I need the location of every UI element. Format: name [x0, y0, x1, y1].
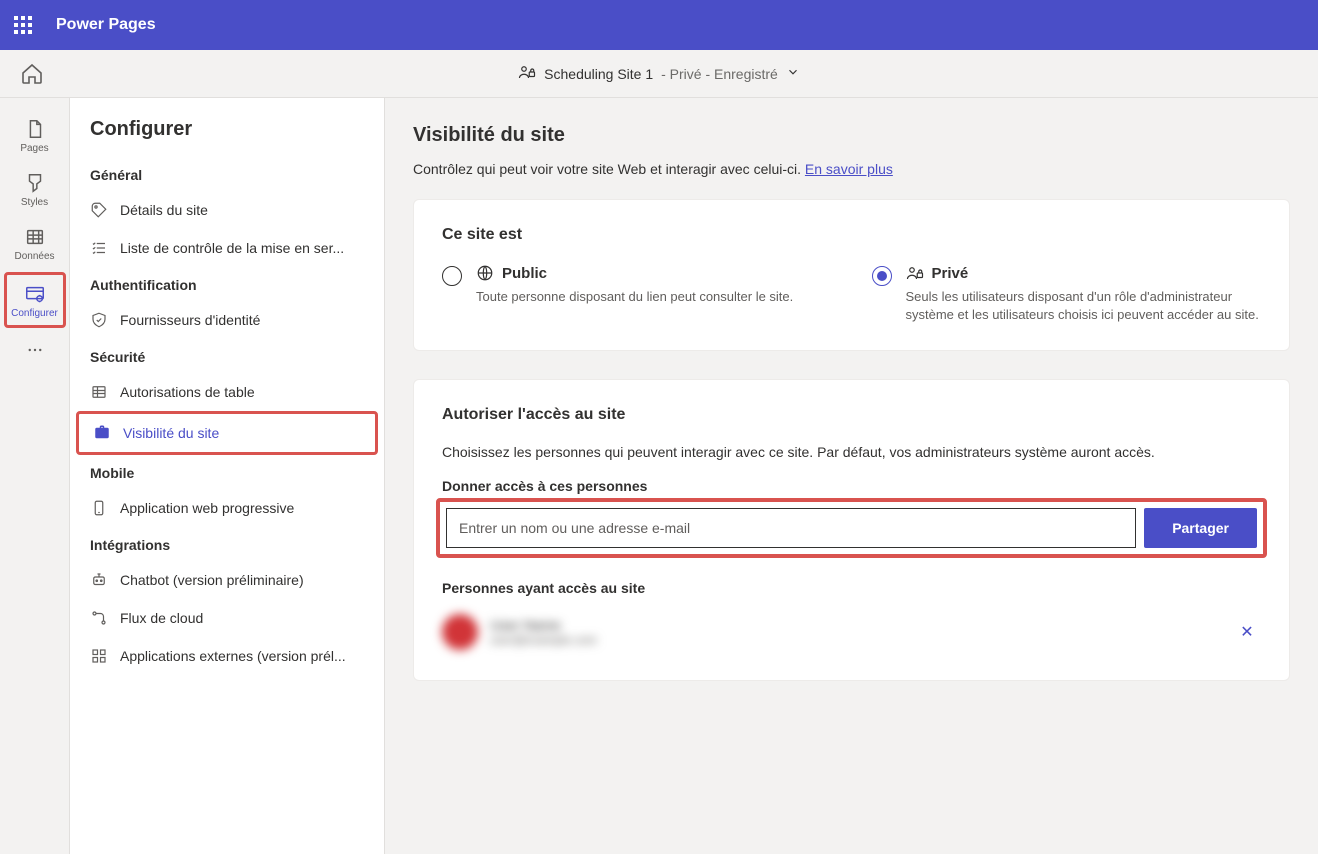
site-name: Scheduling Site 1	[544, 66, 653, 82]
remove-person-button[interactable]: ✕	[1233, 618, 1261, 646]
learn-more-link[interactable]: En savoir plus	[805, 161, 893, 177]
nav-label: Visibilité du site	[123, 425, 219, 441]
people-list-title: Personnes ayant accès au site	[442, 580, 1261, 596]
rail-label-pages: Pages	[20, 143, 48, 154]
person-name: User Name	[490, 617, 597, 633]
share-input[interactable]	[446, 508, 1136, 548]
rail-more-button[interactable]	[19, 338, 51, 362]
page-subtitle: Contrôlez qui peut voir votre site Web e…	[413, 161, 1290, 177]
site-meta: - Privé - Enregistré	[661, 66, 778, 82]
nav-site-details[interactable]: Détails du site	[70, 191, 384, 229]
checklist-icon	[90, 239, 108, 257]
nav-label: Application web progressive	[120, 500, 294, 516]
radio-button[interactable]	[442, 266, 462, 286]
section-integrations: Intégrations	[70, 527, 384, 561]
rail-label-setup: Configurer	[11, 308, 58, 319]
table-icon	[90, 383, 108, 401]
nav-golive-checklist[interactable]: Liste de contrôle de la mise en ser...	[70, 229, 384, 267]
radio-button[interactable]	[872, 266, 892, 286]
rail-tab-data[interactable]: Données	[4, 218, 66, 268]
private-desc: Seuls les utilisateurs disposant d'un rô…	[906, 288, 1262, 324]
public-label: Public	[502, 265, 547, 282]
nav-label: Liste de contrôle de la mise en ser...	[120, 240, 344, 256]
app-launcher-icon[interactable]	[14, 16, 32, 34]
people-lock-icon	[906, 264, 924, 282]
site-selector[interactable]: Scheduling Site 1 - Privé - Enregistré	[518, 63, 800, 84]
rail-tab-styles[interactable]: Styles	[4, 164, 66, 214]
home-button[interactable]	[20, 62, 44, 86]
rail-tab-setup[interactable]: Configurer	[4, 272, 66, 328]
nav-label: Autorisations de table	[120, 384, 255, 400]
nav-identity-providers[interactable]: Fournisseurs d'identité	[70, 301, 384, 339]
chevron-down-icon	[786, 65, 800, 82]
radio-private[interactable]: Privé Seuls les utilisateurs disposant d…	[872, 264, 1262, 324]
shield-icon	[90, 311, 108, 329]
page-title: Visibilité du site	[413, 124, 1290, 147]
section-security: Sécurité	[70, 339, 384, 373]
radio-public[interactable]: Public Toute personne disposant du lien …	[442, 264, 832, 324]
people-lock-icon	[518, 63, 536, 84]
nav-cloud-flows[interactable]: Flux de cloud	[70, 599, 384, 637]
person-row: User Name user@example.com ✕	[442, 610, 1261, 654]
person-subtitle: user@example.com	[490, 633, 597, 647]
nav-label: Applications externes (version prél...	[120, 648, 346, 664]
public-desc: Toute personne disposant du lien peut co…	[476, 288, 793, 306]
rail-label-data: Données	[14, 251, 54, 262]
nav-external-apps[interactable]: Applications externes (version prél...	[70, 637, 384, 675]
grid-icon	[90, 647, 108, 665]
private-label: Privé	[932, 265, 969, 282]
nav-site-visibility[interactable]: Visibilité du site	[76, 411, 378, 455]
flow-icon	[90, 609, 108, 627]
visibility-card: Ce site est Public Toute personne dispos…	[413, 199, 1290, 351]
access-card: Autoriser l'accès au site Choisissez les…	[413, 379, 1290, 681]
avatar	[442, 614, 478, 650]
share-button[interactable]: Partager	[1144, 508, 1257, 548]
phone-icon	[90, 499, 108, 517]
nav-table-permissions[interactable]: Autorisations de table	[70, 373, 384, 411]
brand-title: Power Pages	[56, 16, 156, 34]
share-field-label: Donner accès à ces personnes	[442, 478, 1261, 494]
rail-label-styles: Styles	[21, 197, 48, 208]
globe-icon	[476, 264, 494, 282]
section-auth: Authentification	[70, 267, 384, 301]
rail-tab-pages[interactable]: Pages	[4, 110, 66, 160]
bot-icon	[90, 571, 108, 589]
section-mobile: Mobile	[70, 455, 384, 489]
tag-icon	[90, 201, 108, 219]
briefcase-icon	[93, 424, 111, 442]
nav-label: Flux de cloud	[120, 610, 203, 626]
card-title: Ce site est	[442, 226, 1261, 244]
panel-title: Configurer	[70, 118, 384, 157]
section-general: Général	[70, 157, 384, 191]
card-title: Autoriser l'accès au site	[442, 406, 1261, 424]
nav-label: Fournisseurs d'identité	[120, 312, 260, 328]
nav-label: Chatbot (version préliminaire)	[120, 572, 304, 588]
card-desc: Choisissez les personnes qui peuvent int…	[442, 444, 1261, 460]
nav-pwa[interactable]: Application web progressive	[70, 489, 384, 527]
nav-chatbot[interactable]: Chatbot (version préliminaire)	[70, 561, 384, 599]
nav-label: Détails du site	[120, 202, 208, 218]
